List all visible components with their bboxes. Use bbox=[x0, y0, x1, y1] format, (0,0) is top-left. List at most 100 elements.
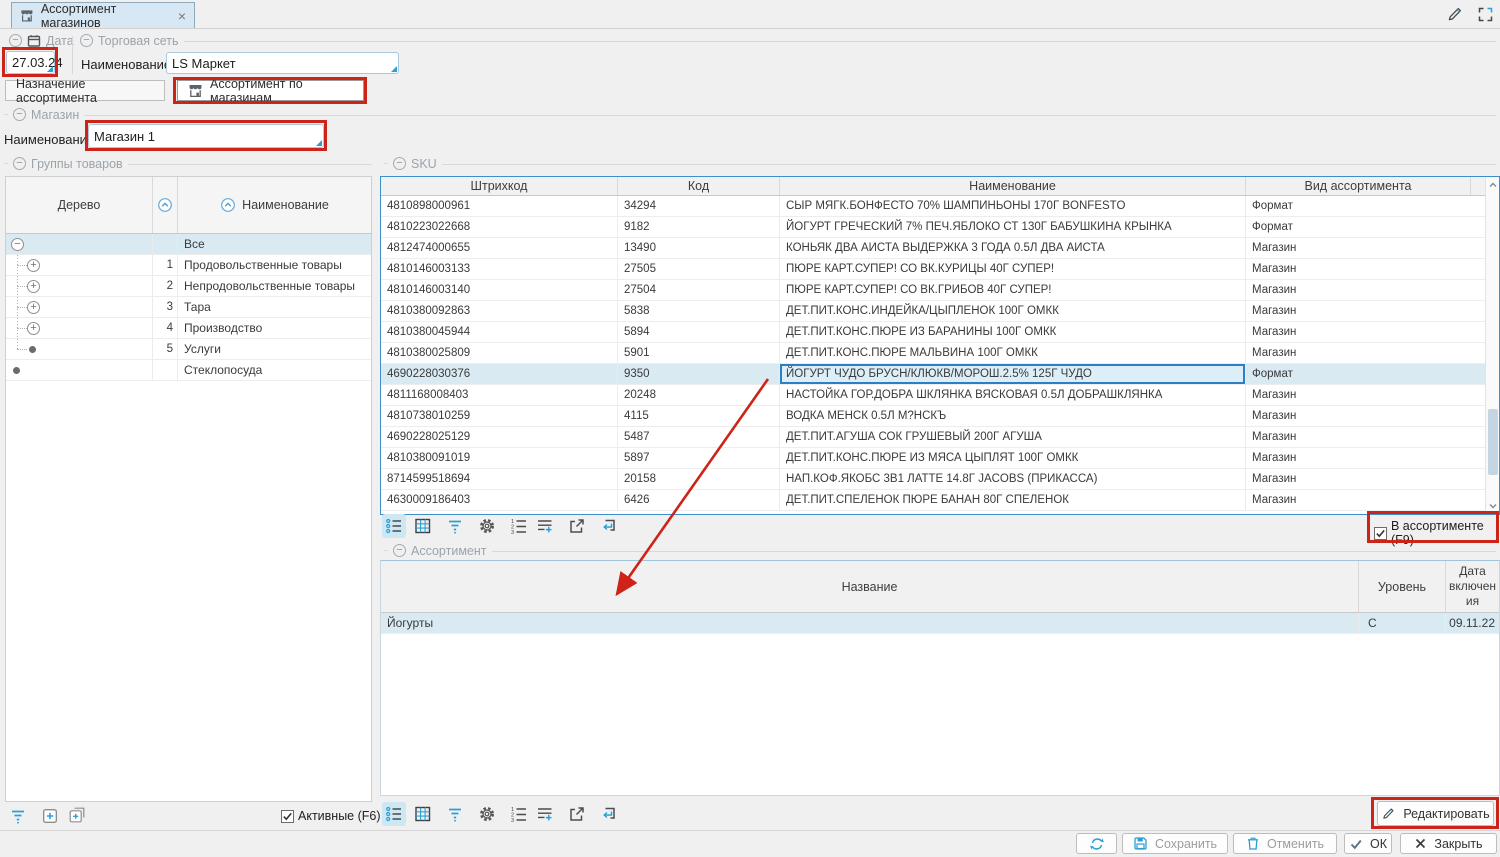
tree-row[interactable]: 2 Непродовольственные товары bbox=[6, 276, 371, 297]
sku-row[interactable]: 4810146003133 27505 ПЮРЕ КАРТ.СУПЕР! СО … bbox=[381, 259, 1485, 280]
add-to-list-button[interactable] bbox=[533, 514, 557, 538]
tree-row[interactable]: 1 Продовольственные товары bbox=[6, 255, 371, 276]
filter-button[interactable] bbox=[443, 802, 467, 826]
sku-row[interactable]: 4810223022668 9182 ЙОГУРТ ГРЕЧЕСКИЙ 7% П… bbox=[381, 217, 1485, 238]
list-view-button[interactable] bbox=[382, 802, 406, 826]
date-input[interactable]: 27.03.24 bbox=[6, 51, 55, 74]
refresh-rows-button[interactable] bbox=[597, 514, 621, 538]
cancel-button[interactable]: Отменить bbox=[1233, 833, 1337, 854]
tree-expander-cell[interactable] bbox=[6, 276, 153, 296]
tree-expander-cell[interactable] bbox=[6, 318, 153, 338]
grid-view-button[interactable] bbox=[411, 802, 435, 826]
column-header-tree[interactable]: Дерево bbox=[6, 177, 153, 233]
refresh-rows-button[interactable] bbox=[597, 802, 621, 826]
tree-toggle-icon[interactable] bbox=[11, 238, 24, 251]
column-header-kind[interactable]: Вид ассортимента bbox=[1246, 177, 1471, 195]
sku-name[interactable]: ЙОГУРТ ГРЕЧЕСКИЙ 7% ПЕЧ.ЯБЛОКО СТ 130Г Б… bbox=[780, 217, 1246, 237]
sku-name[interactable]: ПЮРЕ КАРТ.СУПЕР! СО ВК.ГРИБОВ 40Г СУПЕР! bbox=[780, 280, 1246, 300]
sku-name[interactable]: ДЕТ.ПИТ.КОНС.ПЮРЕ МАЛЬВИНА 100Г ОМКК bbox=[780, 343, 1246, 363]
tree-toggle-icon[interactable] bbox=[27, 259, 40, 272]
tree-row[interactable]: 5 Услуги bbox=[6, 339, 371, 360]
sku-name[interactable]: НАП.КОФ.ЯКОБС 3В1 ЛАТТЕ 14.8Г JACOBS (ПР… bbox=[780, 469, 1246, 489]
network-name-input[interactable]: LS Маркет bbox=[166, 52, 399, 74]
settings-button[interactable] bbox=[475, 802, 499, 826]
tree-row[interactable]: Все bbox=[6, 234, 371, 255]
scroll-down-button[interactable] bbox=[1486, 498, 1499, 514]
collapse-group-icon[interactable]: − bbox=[393, 544, 406, 557]
sku-row[interactable]: 4810146003140 27504 ПЮРЕ КАРТ.СУПЕР! СО … bbox=[381, 280, 1485, 301]
expand-node-button[interactable] bbox=[38, 804, 62, 828]
sku-vertical-scrollbar[interactable] bbox=[1485, 177, 1499, 514]
sku-name[interactable]: ДЕТ.ПИТ.КОНС.ПЮРЕ ИЗ МЯСА ЦЫПЛЯТ 100Г ОМ… bbox=[780, 448, 1246, 468]
tree-row-name[interactable]: Производство bbox=[178, 318, 371, 338]
active-checkbox-row[interactable]: Активные (F6) bbox=[281, 809, 381, 823]
collapse-group-icon[interactable]: − bbox=[13, 157, 26, 170]
column-header-name[interactable]: Наименование bbox=[178, 177, 371, 233]
sku-row[interactable]: 4810898000961 34294 СЫР МЯГК.БОНФЕСТО 70… bbox=[381, 196, 1485, 217]
sku-row[interactable]: 4810380091019 5897 ДЕТ.ПИТ.КОНС.ПЮРЕ ИЗ … bbox=[381, 448, 1485, 469]
active-checkbox[interactable] bbox=[281, 810, 294, 823]
column-header-date[interactable]: Дата включения bbox=[1446, 561, 1499, 612]
tree-expander-cell[interactable] bbox=[6, 339, 153, 359]
tree-toggle-icon[interactable] bbox=[27, 280, 40, 293]
sku-row[interactable]: 4630009186403 6426 ДЕТ.ПИТ.СПЕЛЕНОК ПЮРЕ… bbox=[381, 490, 1485, 511]
tree-row-name[interactable]: Все bbox=[178, 234, 371, 254]
collapse-group-icon[interactable]: − bbox=[9, 34, 22, 47]
sku-name[interactable]: ДЕТ.ПИТ.КОНС.ИНДЕЙКА/ЦЫПЛЕНОК 100Г ОМКК bbox=[780, 301, 1246, 321]
add-to-list-button[interactable] bbox=[533, 802, 557, 826]
tree-toggle-icon[interactable] bbox=[29, 346, 36, 353]
fullscreen-button[interactable] bbox=[1474, 4, 1496, 24]
tab-assortment-by-stores[interactable]: Ассортимент по магазинам bbox=[177, 80, 364, 101]
tab-assortment-assignment[interactable]: Назначение ассортимента bbox=[5, 80, 165, 101]
edit-button[interactable]: Редактировать bbox=[1377, 801, 1494, 826]
sku-name[interactable]: ДЕТ.ПИТ.СПЕЛЕНОК ПЮРЕ БАНАН 80Г СПЕЛЕНОК bbox=[780, 490, 1246, 510]
sku-name[interactable]: ДЕТ.ПИТ.КОНС.ПЮРЕ ИЗ БАРАНИНЫ 100Г ОМКК bbox=[780, 322, 1246, 342]
tree-row[interactable]: Стеклопосуда bbox=[6, 360, 371, 381]
tree-expander-cell[interactable] bbox=[6, 297, 153, 317]
tree-expander-cell[interactable] bbox=[6, 234, 153, 254]
sku-row[interactable]: 4810380092863 5838 ДЕТ.ПИТ.КОНС.ИНДЕЙКА/… bbox=[381, 301, 1485, 322]
tree-row-name[interactable]: Стеклопосуда bbox=[178, 360, 371, 380]
numbered-list-button[interactable] bbox=[507, 514, 531, 538]
tree-row-name[interactable]: Услуги bbox=[178, 339, 371, 359]
sku-name[interactable]: ВОДКА МЕНСК 0.5Л М?НСКЪ bbox=[780, 406, 1246, 426]
tree-expander-cell[interactable] bbox=[6, 360, 153, 380]
window-tab-assortiment[interactable]: Ассортимент магазинов × bbox=[11, 2, 195, 28]
column-header-code[interactable]: Код bbox=[618, 177, 780, 195]
open-external-button[interactable] bbox=[565, 514, 589, 538]
tab-close-icon[interactable]: × bbox=[178, 8, 186, 24]
sku-name[interactable]: ЙОГУРТ ЧУДО БРУСН/КЛЮКВ/МОРОШ.2.5% 125Г … bbox=[780, 364, 1246, 384]
sku-name[interactable]: ПЮРЕ КАРТ.СУПЕР! СО ВК.КУРИЦЫ 40Г СУПЕР! bbox=[780, 259, 1246, 279]
sku-name[interactable]: КОНЬЯК ДВА АИСТА ВЫДЕРЖКА 3 ГОДА 0.5Л ДВ… bbox=[780, 238, 1246, 258]
expand-all-button[interactable] bbox=[65, 803, 89, 827]
collapse-group-icon[interactable]: − bbox=[80, 34, 93, 47]
settings-button[interactable] bbox=[475, 514, 499, 538]
filter-button[interactable] bbox=[6, 804, 30, 828]
column-sort-button[interactable] bbox=[153, 177, 178, 233]
scroll-up-button[interactable] bbox=[1486, 177, 1499, 193]
tree-toggle-icon[interactable] bbox=[13, 367, 20, 374]
sku-row[interactable]: 4690228030376 9350 ЙОГУРТ ЧУДО БРУСН/КЛЮ… bbox=[381, 364, 1485, 385]
column-header-barcode[interactable]: Штрихкод bbox=[381, 177, 618, 195]
tree-toggle-icon[interactable] bbox=[27, 301, 40, 314]
tree-row-name[interactable]: Непродовольственные товары bbox=[178, 276, 371, 296]
ok-button[interactable]: ОК bbox=[1344, 833, 1392, 854]
tree-expander-cell[interactable] bbox=[6, 255, 153, 275]
sku-row[interactable]: 8714599518694 20158 НАП.КОФ.ЯКОБС 3В1 ЛА… bbox=[381, 469, 1485, 490]
save-button[interactable]: Сохранить bbox=[1122, 833, 1228, 854]
list-view-button[interactable] bbox=[382, 514, 406, 538]
tree-row-name[interactable]: Продовольственные товары bbox=[178, 255, 371, 275]
assortment-name[interactable]: Йогурты bbox=[381, 613, 1359, 633]
tree-row[interactable]: 3 Тара bbox=[6, 297, 371, 318]
sku-name[interactable]: НАСТОЙКА ГОР.ДОБРА ШКЛЯНКА ВЯСКОВАЯ 0.5Л… bbox=[780, 385, 1246, 405]
sku-row[interactable]: 4810380025809 5901 ДЕТ.ПИТ.КОНС.ПЮРЕ МАЛ… bbox=[381, 343, 1485, 364]
sku-row[interactable]: 4812474000655 13490 КОНЬЯК ДВА АИСТА ВЫД… bbox=[381, 238, 1485, 259]
store-name-input[interactable]: Магазин 1 bbox=[88, 124, 324, 148]
scrollbar-thumb[interactable] bbox=[1488, 409, 1498, 475]
tree-toggle-icon[interactable] bbox=[27, 322, 40, 335]
column-header-title[interactable]: Название bbox=[381, 561, 1359, 612]
sku-row[interactable]: 4811168008403 20248 НАСТОЙКА ГОР.ДОБРА Ш… bbox=[381, 385, 1485, 406]
grid-view-button[interactable] bbox=[411, 514, 435, 538]
sku-row[interactable]: 4690228025129 5487 ДЕТ.ПИТ.АГУША СОК ГРУ… bbox=[381, 427, 1485, 448]
sku-row[interactable]: 4810380045944 5894 ДЕТ.ПИТ.КОНС.ПЮРЕ ИЗ … bbox=[381, 322, 1485, 343]
